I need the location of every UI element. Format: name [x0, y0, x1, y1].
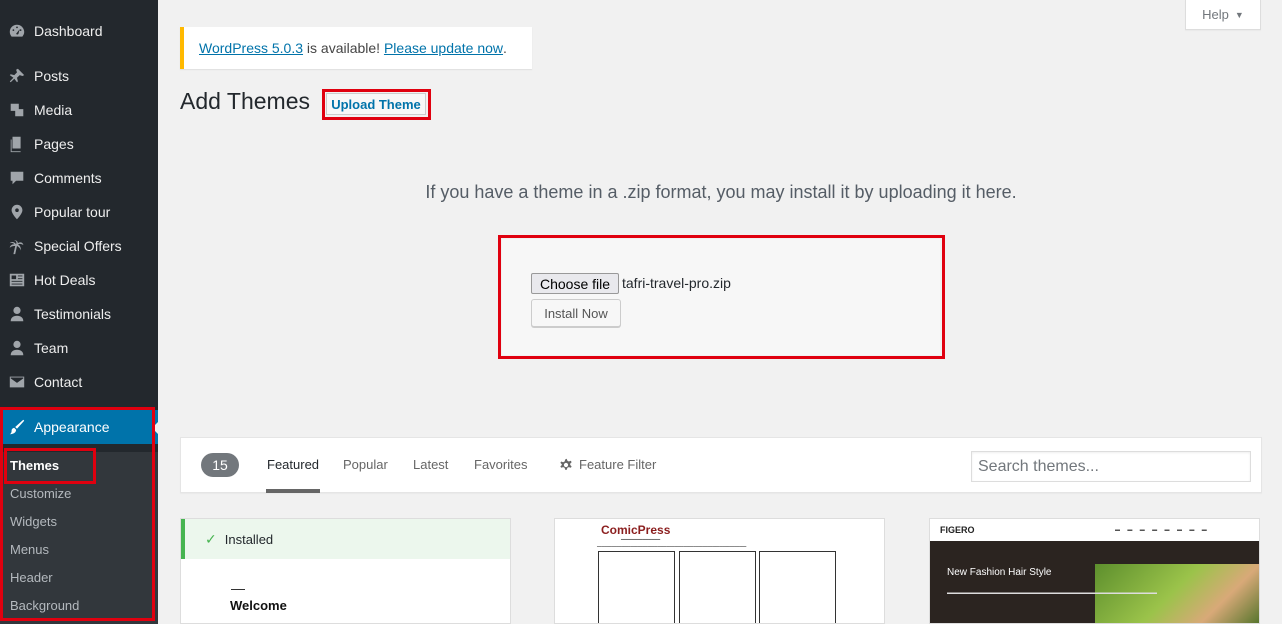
news-icon	[0, 271, 34, 289]
menu-label: Team	[34, 340, 69, 356]
filter-latest[interactable]: Latest	[413, 457, 448, 472]
themes-highlight-box	[4, 448, 96, 484]
menu-label: Comments	[34, 170, 102, 186]
notice-end: .	[503, 40, 507, 56]
menu-item-special-offers[interactable]: Special Offers	[0, 229, 158, 263]
media-icon	[0, 101, 34, 119]
comic-panel	[598, 551, 675, 623]
menu-item-popular-tour[interactable]: Popular tour	[0, 195, 158, 229]
comicpress-nav: ━━━━━━━━━━━━━━━━━━━━━━━━━━━━━━━━━━━━━━━━…	[597, 544, 747, 549]
caret-down-icon: ▼	[1234, 9, 1244, 20]
menu-item-media[interactable]: Media	[0, 93, 158, 127]
selected-file-name: tafri-travel-pro.zip	[622, 275, 731, 291]
user-icon	[0, 305, 34, 323]
comicpress-logo-text: ComicPress	[601, 523, 671, 537]
menu-label: Pages	[34, 136, 74, 152]
menu-label: Testimonials	[34, 306, 112, 322]
theme-card-comicpress[interactable]: ComicPress ━━━━━━━━━━━━━ ━━━━━━━━━━━━━━━…	[554, 518, 885, 624]
menu-label: Contact	[34, 374, 83, 390]
notice-text: is available!	[303, 40, 384, 56]
menu-label: Popular tour	[34, 204, 111, 220]
user-icon	[0, 339, 34, 357]
comic-panel	[759, 551, 836, 623]
comment-icon	[0, 169, 34, 187]
choose-file-button[interactable]: Choose file	[531, 273, 619, 294]
upload-help-text: If you have a theme in a .zip format, yo…	[425, 182, 1017, 202]
dashboard-icon	[0, 22, 34, 40]
install-now-button[interactable]: Install Now	[531, 299, 621, 327]
figero-nav: ▬ ▬ ▬ ▬ ▬ ▬ ▬ ▬	[1115, 527, 1207, 533]
help-label: Help	[1202, 7, 1229, 22]
menu-label: Special Offers	[34, 238, 122, 254]
filter-popular[interactable]: Popular	[343, 457, 388, 472]
filter-favorites[interactable]: Favorites	[474, 457, 527, 472]
menu-item-posts[interactable]: Posts	[0, 59, 158, 93]
theme-card-installed[interactable]: ✓ Installed Welcome	[180, 518, 511, 624]
installed-badge: ✓ Installed	[181, 519, 510, 559]
filter-featured[interactable]: Featured	[267, 457, 319, 472]
figero-hero-heading: New Fashion Hair Style	[947, 567, 1052, 578]
menu-item-contact[interactable]: Contact	[0, 365, 158, 399]
gear-icon	[560, 458, 572, 470]
theme-preview-heading: Welcome	[230, 598, 287, 613]
page-title: Add Themes	[180, 88, 310, 114]
appearance-highlight-box	[0, 407, 155, 621]
menu-item-testimonials[interactable]: Testimonials	[0, 297, 158, 331]
checkmark-icon: ✓	[205, 530, 217, 547]
help-tab[interactable]: Help ▼	[1185, 0, 1261, 30]
menu-item-hot-deals[interactable]: Hot Deals	[0, 263, 158, 297]
current-filter-underline	[266, 489, 320, 493]
pages-icon	[0, 135, 34, 153]
menu-label: Hot Deals	[34, 272, 96, 288]
figero-preview-header	[930, 519, 1259, 541]
feature-filter-label: Feature Filter	[579, 457, 657, 472]
update-notice: WordPress 5.0.3 is available! Please upd…	[180, 27, 532, 69]
divider	[231, 589, 245, 590]
menu-label: Dashboard	[34, 23, 103, 39]
feature-filter-button[interactable]: Feature Filter	[559, 457, 656, 472]
menu-label: Media	[34, 102, 73, 118]
menu-item-team[interactable]: Team	[0, 331, 158, 365]
menu-label: Posts	[34, 68, 70, 84]
menu-item-dashboard[interactable]: Dashboard	[0, 14, 158, 48]
theme-count-badge: 15	[201, 453, 239, 477]
figero-logo: FIGERO	[940, 525, 975, 535]
location-icon	[0, 203, 34, 221]
palm-tree-icon	[0, 237, 34, 255]
upload-form	[502, 239, 940, 355]
menu-item-comments[interactable]: Comments	[0, 161, 158, 195]
figero-hero-copy: ▬▬▬▬▬▬▬▬▬▬▬▬▬▬▬▬▬▬▬▬▬▬▬▬▬▬▬▬▬▬▬▬▬▬▬▬▬▬▬▬…	[947, 590, 1157, 596]
comicpress-tagline: ━━━━━━━━━━━━━	[621, 537, 661, 543]
comic-panel	[679, 551, 756, 623]
pin-icon	[0, 67, 34, 85]
email-icon	[0, 373, 34, 391]
wordpress-version-link[interactable]: WordPress 5.0.3	[199, 40, 303, 56]
upload-theme-button[interactable]: Upload Theme	[326, 93, 426, 115]
search-themes-input[interactable]	[971, 451, 1251, 482]
installed-label: Installed	[224, 531, 274, 547]
menu-item-pages[interactable]: Pages	[0, 127, 158, 161]
theme-card-figero[interactable]: FIGERO ▬ ▬ ▬ ▬ ▬ ▬ ▬ ▬ New Fashion Hair …	[929, 518, 1260, 624]
update-now-link[interactable]: Please update now	[384, 40, 503, 56]
